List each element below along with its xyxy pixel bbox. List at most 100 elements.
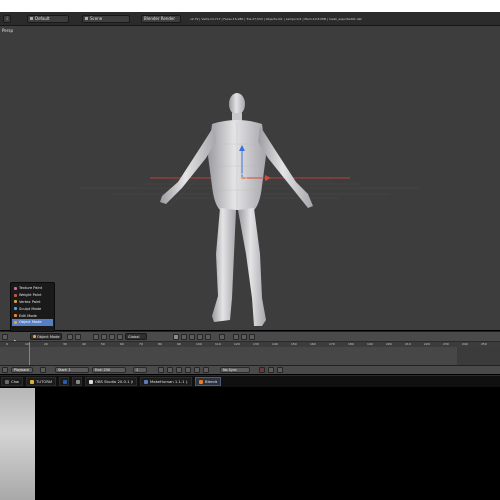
auto-keying-icon[interactable] (259, 367, 265, 373)
layer-button-5[interactable] (205, 333, 211, 340)
timeline-tick-label: 250 (481, 342, 487, 346)
layer-button-3[interactable] (189, 333, 195, 340)
mode-menu-item-texture-paint[interactable]: Texture Paint (12, 285, 53, 292)
shading-solid-icon[interactable] (67, 333, 73, 340)
translate-manipulator-icon[interactable] (101, 333, 107, 340)
taskbar-app-icon (5, 379, 9, 384)
insert-keyframe-icon[interactable] (277, 367, 283, 373)
editor-type-icon[interactable] (2, 333, 8, 340)
windows-taskbar: Charac... TUTORIAL OBS Studio 20.0.1 (64-b… (0, 375, 500, 387)
render-preview-icon[interactable] (249, 333, 255, 340)
render-engine-select[interactable]: Blender Render (141, 14, 181, 23)
timeline-tick-label: 20 (44, 342, 48, 346)
taskbar-app-icon (30, 379, 34, 384)
taskbar-item[interactable]: Charac... (1, 377, 23, 386)
timeline-tick-label: 220 (424, 342, 430, 346)
mode-menu-item-object-mode[interactable]: Object Mode (12, 318, 53, 326)
3d-viewport[interactable]: Persp (0, 26, 500, 330)
transform-manipulator[interactable] (225, 141, 275, 186)
timeline-tick-label: 190 (367, 342, 373, 346)
timeline-tick-label: 0 (6, 342, 8, 346)
taskbar-item[interactable]: Blender (195, 377, 221, 386)
timeline-tick-label: 170 (329, 342, 335, 346)
keying-set-icon[interactable] (268, 367, 274, 373)
edit-mode-icon (14, 314, 17, 318)
browser-top-strip (0, 0, 500, 12)
timeline-tick-label: 230 (443, 342, 449, 346)
x-axis-arrowhead (265, 175, 271, 181)
jump-start-icon[interactable] (158, 367, 164, 373)
manipulator-toggle-icon[interactable] (93, 333, 99, 340)
layout-icon (30, 17, 33, 20)
taskbar-item[interactable]: OBS Studio 20.0.1 (64-bit... (85, 377, 137, 386)
scale-manipulator-icon[interactable] (117, 333, 123, 340)
taskbar-app-icon (63, 379, 67, 384)
timeline-editor[interactable]: 0 10 20 30 40 50 60 70 80 90 100 110 120 130 140 150 160… (0, 341, 500, 365)
transform-orientation-select[interactable]: Global (125, 333, 147, 340)
scene-select[interactable]: Scene (82, 14, 130, 23)
timeline-tick-label: 160 (310, 342, 316, 346)
taskbar-item-label: Blender (205, 379, 217, 384)
mode-menu-item-weight-paint[interactable]: Weight Paint (12, 292, 53, 299)
mode-menu-item-sculpt-mode[interactable]: Sculpt Mode (12, 305, 53, 312)
timeline-editor-type-icon[interactable] (2, 367, 8, 373)
play-icon[interactable] (185, 367, 191, 373)
jump-keyframe-forward-icon[interactable] (194, 367, 200, 373)
frame-end-field[interactable]: End: 250 (92, 367, 126, 373)
layer-button-1[interactable] (173, 333, 179, 340)
snap-icon[interactable] (233, 333, 239, 340)
snap-element-icon[interactable] (241, 333, 247, 340)
keyframe-lock-icon[interactable] (40, 367, 46, 373)
timeline-playhead[interactable] (29, 342, 30, 365)
timeline-tick-label: 210 (405, 342, 411, 346)
mesh-left-leg (212, 208, 236, 322)
z-axis-arrowhead (239, 145, 245, 151)
object-origin-icon (241, 177, 243, 179)
taskbar-item[interactable] (59, 377, 69, 386)
weight-paint-icon (14, 293, 17, 297)
mode-menu-item-vertex-paint[interactable]: Vertex Paint (12, 299, 53, 306)
jump-end-icon[interactable] (203, 367, 209, 373)
timeline-header: Playback Start: 1 End: 250 1 No Sync (0, 365, 500, 374)
sculpt-mode-icon (14, 307, 17, 311)
taskbar-item[interactable]: TUTORIAL (26, 377, 56, 386)
play-reverse-icon[interactable] (176, 367, 182, 373)
jump-keyframe-back-icon[interactable] (167, 367, 173, 373)
mesh-head (229, 93, 245, 115)
lock-camera-icon[interactable] (219, 333, 225, 340)
timeline-tick-label: 50 (101, 342, 105, 346)
mesh-left-arm (160, 126, 216, 204)
pivot-point-icon[interactable] (75, 333, 81, 340)
taskbar-item[interactable] (72, 377, 82, 386)
taskbar-item-label: MakeHuman 1.1.1 (... (150, 379, 188, 384)
taskbar-app-icon (144, 379, 148, 384)
sync-mode-select[interactable]: No Sync (220, 367, 250, 373)
timeline-tick-label: 200 (386, 342, 392, 346)
select-menu[interactable] (20, 333, 28, 341)
current-frame-field[interactable]: 1 (133, 367, 147, 373)
human-mesh[interactable] (150, 86, 330, 330)
taskbar-app-icon (76, 379, 80, 384)
timeline-tick-label: 80 (158, 342, 162, 346)
timeline-out-of-range (457, 347, 500, 365)
taskbar-app-icon (89, 379, 93, 384)
texture-paint-icon (14, 286, 17, 290)
frame-start-field[interactable]: Start: 1 (55, 367, 89, 373)
playback-menu[interactable]: Playback (11, 367, 33, 373)
object-mode-icon (14, 320, 17, 324)
timeline-tick-label: 70 (139, 342, 143, 346)
taskbar-item[interactable]: MakeHuman 1.1.1 (... (140, 377, 192, 386)
mesh-right-leg (238, 208, 266, 326)
mode-select[interactable]: Object Mode (30, 333, 62, 340)
layer-button-4[interactable] (197, 333, 203, 340)
screen-layout-select[interactable]: Default (27, 14, 69, 23)
file-menu[interactable] (14, 15, 24, 23)
timeline-tick-label: 30 (63, 342, 67, 346)
taskbar-item-label: Charac... (11, 379, 19, 384)
mode-menu-item-edit-mode[interactable]: Edit Mode (12, 312, 53, 319)
layer-button-2[interactable] (181, 333, 187, 340)
mode-dropdown-menu: Texture Paint Weight Paint Vertex Paint … (10, 282, 55, 332)
rotate-manipulator-icon[interactable] (109, 333, 115, 340)
vertex-paint-icon (14, 300, 17, 304)
info-editor-icon[interactable]: i (3, 14, 11, 23)
